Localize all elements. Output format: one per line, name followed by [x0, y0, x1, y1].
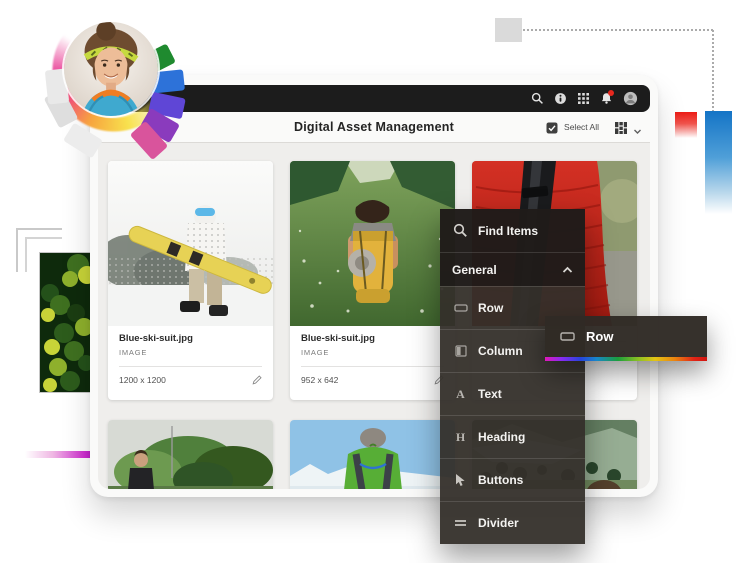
search-icon — [452, 222, 469, 239]
asset-card[interactable] — [290, 420, 455, 489]
decor-red-gradient-bar — [675, 112, 697, 138]
user-photo — [64, 22, 158, 116]
chevron-down-icon[interactable] — [633, 123, 642, 132]
row-flyout[interactable]: Row — [545, 316, 707, 361]
grid-view-icon[interactable] — [615, 121, 627, 133]
decor-dotted-line-vertical — [712, 30, 714, 112]
asset-type-label: IMAGE — [301, 348, 444, 357]
select-all-button[interactable]: Select All — [564, 122, 599, 132]
menu-item-heading[interactable]: H Heading — [440, 415, 585, 458]
asset-card[interactable]: Blue-ski-suit.jpg IMAGE 952 x 642 — [290, 161, 455, 400]
notification-badge — [608, 90, 614, 96]
menu-item-text[interactable]: A Text — [440, 372, 585, 415]
asset-thumbnail-trees-person — [108, 420, 273, 489]
components-menu: Find Items General Row Column A Text H — [440, 209, 585, 544]
menu-item-label: Text — [478, 387, 502, 401]
decor-gray-square — [495, 18, 522, 42]
asset-thumbnail-green-hood-hiker — [290, 420, 455, 489]
asset-filename: Blue-ski-suit.jpg — [119, 332, 262, 345]
row-icon — [559, 328, 576, 345]
asset-card[interactable] — [108, 420, 273, 489]
asset-dimensions: 952 x 642 — [301, 375, 338, 385]
help-icon[interactable] — [554, 92, 567, 105]
asset-card[interactable]: Blue-ski-suit.jpg IMAGE 1200 x 1200 — [108, 161, 273, 400]
menu-section-label: General — [452, 263, 497, 277]
menu-item-divider[interactable]: Divider — [440, 501, 585, 544]
chevron-up-icon — [562, 263, 573, 277]
column-icon — [452, 343, 469, 360]
menu-item-label: Buttons — [478, 473, 523, 487]
decor-dotted-line-horizontal — [523, 29, 713, 31]
select-all-icon[interactable] — [546, 121, 558, 133]
rainbow-accent-bar — [545, 357, 707, 361]
app-switcher-icon[interactable] — [577, 92, 590, 105]
search-icon[interactable] — [531, 92, 544, 105]
heading-icon: H — [452, 429, 469, 446]
page: Digital Asset Management Select All — [0, 0, 750, 563]
asset-thumbnail-snowboarder — [108, 161, 273, 326]
menu-item-label: Find Items — [478, 224, 538, 238]
flyout-label: Row — [586, 329, 613, 344]
asset-dimensions: 1200 x 1200 — [119, 375, 166, 385]
edit-icon[interactable] — [252, 375, 262, 385]
text-icon: A — [452, 386, 469, 403]
menu-section-general[interactable]: General — [440, 252, 585, 286]
menu-item-label: Heading — [478, 430, 525, 444]
decor-forest-photo — [39, 252, 93, 393]
asset-thumbnail-hiker-meadow — [290, 161, 455, 326]
menu-item-label: Divider — [478, 516, 519, 530]
divider-icon — [452, 515, 469, 532]
decor-blue-gradient-bar — [705, 111, 732, 214]
menu-item-label: Column — [478, 344, 523, 358]
menu-item-find-items[interactable]: Find Items — [440, 209, 585, 252]
notifications-icon[interactable] — [600, 92, 613, 105]
buttons-cursor-icon — [452, 472, 469, 489]
row-icon — [452, 300, 469, 317]
asset-filename: Blue-ski-suit.jpg — [301, 332, 444, 345]
asset-type-label: IMAGE — [119, 348, 262, 357]
decor-pink-gradient-bar — [25, 451, 95, 458]
divider — [119, 366, 262, 367]
divider — [301, 366, 444, 367]
account-avatar[interactable] — [623, 91, 638, 106]
menu-item-label: Row — [478, 301, 503, 315]
avatar-color-wheel — [42, 6, 178, 156]
menu-item-buttons[interactable]: Buttons — [440, 458, 585, 501]
